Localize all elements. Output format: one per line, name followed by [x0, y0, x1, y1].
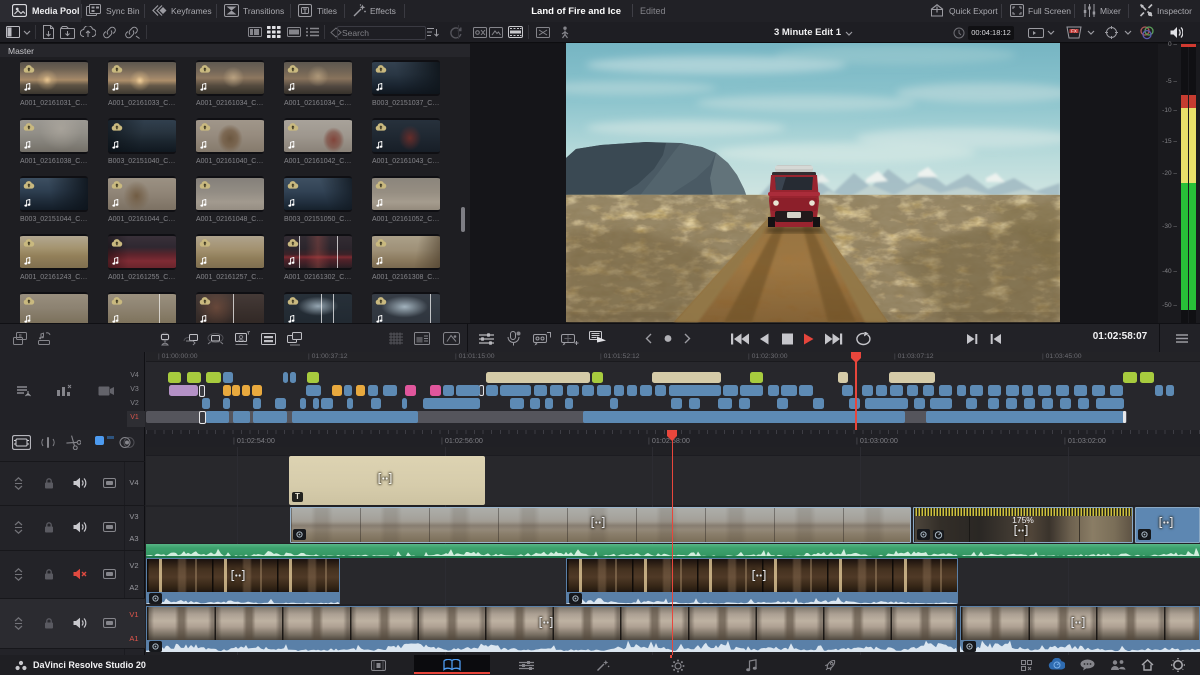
svg-text:FX: FX: [1071, 29, 1077, 34]
